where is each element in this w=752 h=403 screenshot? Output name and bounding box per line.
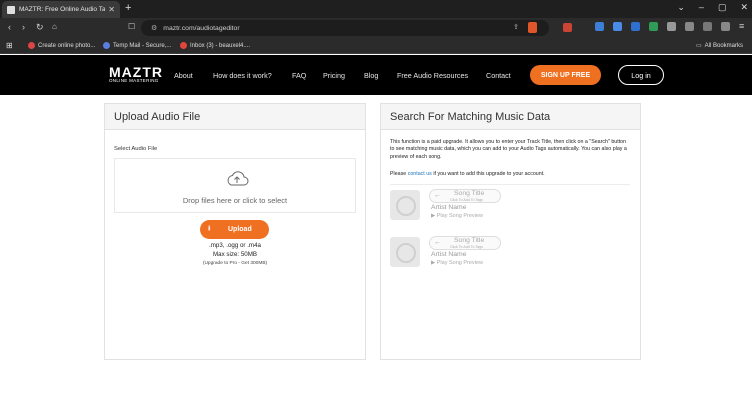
bookmark-favicon-icon [103, 42, 110, 49]
extension-shield-icon[interactable] [595, 22, 604, 31]
upload-button-label: Upload [228, 226, 252, 233]
apps-grid-icon[interactable]: ⊞ [6, 41, 13, 50]
bookmark-item[interactable]: Create online photo... [28, 42, 95, 49]
play-preview[interactable]: ▶ Play Song Preview [431, 260, 483, 266]
tab-close-icon[interactable]: ✕ [108, 5, 115, 14]
max-size: Max size: 50MB [212, 251, 257, 258]
back-icon[interactable]: ‹ [8, 22, 11, 32]
artist-name: Artist Name [431, 251, 467, 258]
reload-icon[interactable]: ↻ [36, 22, 44, 33]
extensions-puzzle-icon[interactable] [685, 22, 694, 31]
upgrade-note: (Upgrade to Pro - Get 300MB) [202, 261, 268, 266]
arrow-left-icon: ← [434, 239, 441, 246]
url-bar[interactable]: ⚙ maztr.com/audiotageditor ⇪ [141, 20, 549, 36]
dropzone-text: Drop files here or click to select [182, 196, 288, 205]
arrow-left-icon: ← [434, 192, 441, 199]
nav-pricing[interactable]: Pricing [323, 71, 345, 80]
cloud-upload-icon [227, 171, 249, 186]
extension-window-icon[interactable] [631, 22, 640, 31]
search-panel-title: Search For Matching Music Data [381, 104, 640, 130]
bookmarks-bar: ⊞ Create online photo... Temp Mail - Sec… [0, 38, 752, 54]
nav-how-it-works[interactable]: How does it work? [213, 71, 272, 80]
extension-translate-icon[interactable] [613, 22, 622, 31]
album-art-icon [390, 237, 420, 267]
contact-us-link[interactable]: contact us [408, 171, 432, 177]
upload-button[interactable]: ⭳ Upload [200, 220, 269, 239]
bookmark-item[interactable]: Inbox (3) - beauxel4.... [180, 42, 250, 49]
forward-icon[interactable]: › [22, 22, 25, 32]
nav-free-audio-resources[interactable]: Free Audio Resources [397, 71, 468, 80]
contact-note: Please contact us if you want to add thi… [390, 171, 545, 177]
search-result-item: ← Song Title Click To Add To Tags Artist… [390, 231, 630, 279]
browser-tabbar: MAZTR: Free Online Audio Tag E ✕ + ⌄ – ▢… [0, 0, 752, 18]
play-preview[interactable]: ▶ Play Song Preview [431, 213, 483, 219]
close-window-icon[interactable]: ✕ [740, 2, 748, 13]
upload-info: .mp3, .ogg or .m4a Max size: 50MB (Upgra… [105, 241, 365, 268]
extensions-toolbar: ≡ [595, 22, 748, 31]
tab-title: MAZTR: Free Online Audio Tag E [19, 6, 106, 13]
search-description: This function is a paid upgrade. It allo… [390, 139, 627, 160]
address-toolbar: ‹ › ↻ ⌂ ☐ ⚙ maztr.com/audiotageditor ⇪ ≡ [0, 18, 752, 38]
supported-formats: .mp3, .ogg or .m4a [209, 242, 261, 249]
browser-tab[interactable]: MAZTR: Free Online Audio Tag E ✕ [2, 1, 120, 18]
rewards-icon[interactable] [563, 23, 572, 32]
album-art-icon [390, 190, 420, 220]
bookmark-page-icon[interactable]: ☐ [128, 22, 135, 31]
login-button[interactable]: Log in [618, 65, 664, 85]
extension-loop-icon[interactable] [667, 22, 676, 31]
site-header: MAZTR ONLINE MASTERING About How does it… [0, 55, 752, 95]
new-tab-icon[interactable]: + [125, 2, 131, 14]
bookmark-item[interactable]: Temp Mail - Secure,... [103, 42, 171, 49]
nav-faq[interactable]: FAQ [292, 71, 306, 80]
nav-blog[interactable]: Blog [364, 71, 378, 80]
folder-icon: ▭ [696, 43, 702, 49]
url-text: maztr.com/audiotageditor [163, 24, 240, 32]
site-info-icon[interactable]: ⚙ [151, 24, 157, 32]
extension-grammar-icon[interactable] [649, 22, 658, 31]
gmail-icon [180, 42, 187, 49]
maximize-icon[interactable]: ▢ [718, 2, 727, 13]
home-icon[interactable]: ⌂ [52, 22, 57, 31]
upload-panel: Upload Audio File Select Audio File Drop… [104, 103, 366, 360]
file-dropzone[interactable]: Drop files here or click to select [114, 158, 356, 213]
tab-favicon-icon [7, 5, 15, 14]
tab-search-icon[interactable]: ⌄ [677, 2, 685, 13]
search-panel: Search For Matching Music Data This func… [380, 103, 641, 360]
brave-shield-icon[interactable] [528, 22, 537, 33]
minimize-icon[interactable]: – [699, 2, 704, 13]
artist-name: Artist Name [431, 204, 467, 211]
divider [390, 184, 630, 185]
add-song-title-button[interactable]: ← Song Title Click To Add To Tags [429, 236, 501, 250]
bookmark-favicon-icon [28, 42, 35, 49]
search-result-item: ← Song Title Click To Add To Tags Artist… [390, 184, 630, 232]
sidebar-icon[interactable] [703, 22, 712, 31]
all-bookmarks[interactable]: ▭ All Bookmarks [696, 42, 743, 50]
leo-ai-icon[interactable] [721, 22, 730, 31]
add-song-title-button[interactable]: ← Song Title Click To Add To Tags [429, 189, 501, 203]
nav-about[interactable]: About [174, 71, 193, 80]
upload-arrow-icon: ⭳ [208, 225, 211, 232]
upload-panel-title: Upload Audio File [105, 104, 365, 130]
select-audio-label: Select Audio File [114, 146, 158, 152]
nav-contact[interactable]: Contact [486, 71, 511, 80]
signup-button[interactable]: SIGN UP FREE [530, 65, 601, 85]
menu-icon[interactable]: ≡ [739, 22, 748, 31]
window-controls: ⌄ – ▢ ✕ [677, 2, 748, 13]
share-icon[interactable]: ⇪ [513, 23, 519, 31]
maztr-logo[interactable]: MAZTR ONLINE MASTERING [109, 65, 163, 83]
